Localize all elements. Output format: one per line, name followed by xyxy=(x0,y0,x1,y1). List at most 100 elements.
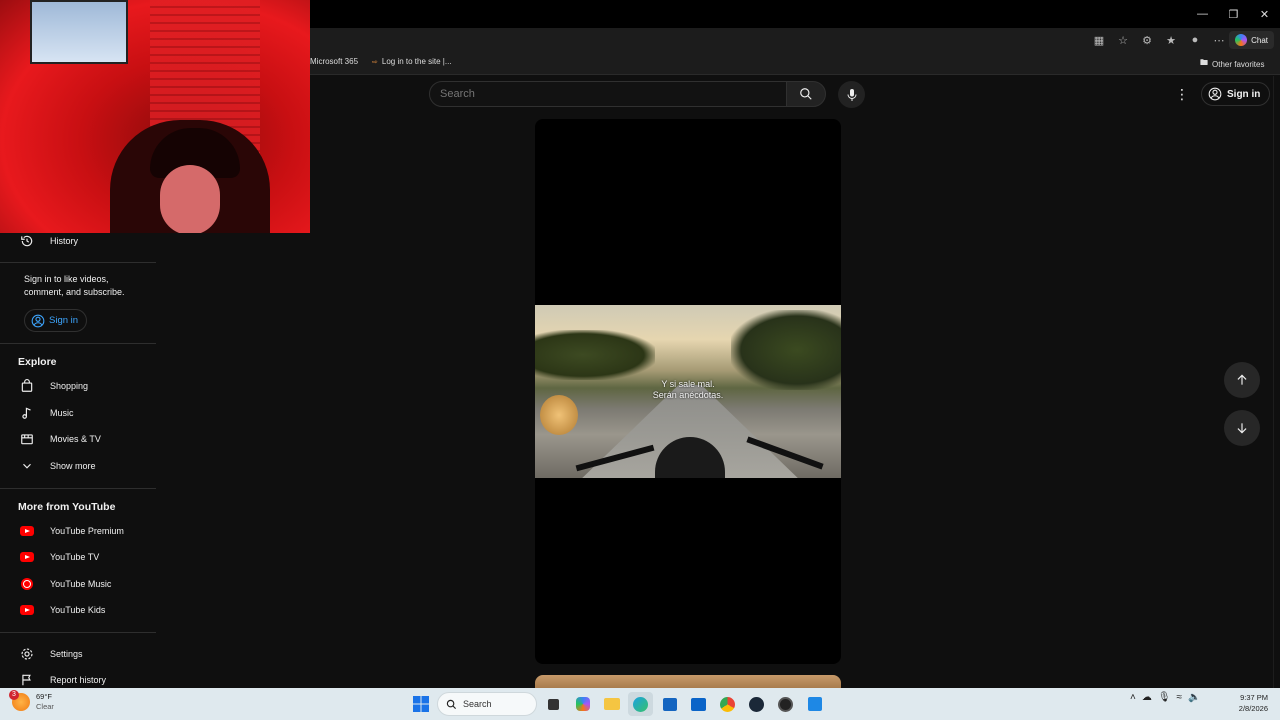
extensions-icon[interactable]: ⚙ xyxy=(1138,31,1156,49)
film-icon xyxy=(0,432,50,446)
video-mirror xyxy=(540,395,578,435)
settings-menu-button[interactable]: ⋮ xyxy=(1172,84,1192,104)
chrome-icon[interactable] xyxy=(715,692,740,716)
shorts-video-player[interactable]: Y si sale mal. Serán anécdotas. xyxy=(535,119,841,664)
next-short-preview[interactable] xyxy=(535,675,841,688)
microphone-icon[interactable]: 🎙 xyxy=(1158,692,1171,703)
sidebar-item-youtube-music[interactable]: YouTube Music xyxy=(0,571,156,597)
explore-heading: Explore xyxy=(18,356,57,368)
voice-search-button[interactable] xyxy=(838,81,865,108)
outlook-icon[interactable] xyxy=(686,692,711,716)
sidebar-item-music[interactable]: Music xyxy=(0,400,156,426)
video-frame: Y si sale mal. Serán anécdotas. xyxy=(535,305,841,478)
next-video-button[interactable] xyxy=(1224,410,1260,446)
weather-badge: 3 xyxy=(9,690,19,700)
taskbar-search[interactable]: Search xyxy=(437,692,537,716)
folder-icon: 🖿 xyxy=(1200,58,1208,67)
sidebar-divider xyxy=(0,262,156,263)
windows-logo-icon xyxy=(412,696,429,712)
edge-browser-icon[interactable] xyxy=(628,692,653,716)
vertical-dots-icon: ⋮ xyxy=(1175,85,1189,102)
chevron-up-icon[interactable]: ˄ xyxy=(1130,692,1136,703)
weather-condition: Clear xyxy=(36,702,54,711)
gear-icon xyxy=(0,647,50,661)
sidebar-divider xyxy=(0,488,156,489)
favorite-login-site[interactable]: ⇨ Log in to the site |... xyxy=(372,57,452,66)
copilot-icon xyxy=(1235,34,1248,46)
caption-line-2: Serán anécdotas. xyxy=(652,390,724,400)
cloud-icon[interactable]: ☁ xyxy=(1142,692,1152,703)
video-trees-right xyxy=(731,310,841,390)
more-options-icon[interactable]: ⋯ xyxy=(1210,31,1228,49)
sidebar-item-youtube-premium[interactable]: YouTube Premium xyxy=(0,518,156,544)
shopping-bag-icon xyxy=(0,379,50,393)
wifi-icon[interactable]: ≈ xyxy=(1177,692,1183,703)
obs-icon[interactable] xyxy=(773,692,798,716)
history-icon xyxy=(0,234,50,248)
sidebar-show-more[interactable]: Show more xyxy=(0,453,156,479)
search-icon xyxy=(800,88,812,100)
search-button[interactable] xyxy=(786,81,826,107)
search-box[interactable] xyxy=(429,81,787,107)
start-button[interactable] xyxy=(408,692,433,716)
youtube-music-icon xyxy=(21,578,33,590)
sidebar-item-shopping[interactable]: Shopping xyxy=(0,373,156,399)
close-window-button[interactable]: ✕ xyxy=(1249,0,1280,28)
chat-label: Chat xyxy=(1251,35,1268,45)
copilot-chat-button[interactable]: Chat xyxy=(1229,31,1274,49)
arrow-up-icon xyxy=(1237,374,1247,385)
copilot-icon[interactable] xyxy=(570,692,595,716)
sidebar: History Sign in to like videos, comment,… xyxy=(0,233,156,688)
account-icon xyxy=(1208,87,1222,101)
search-input[interactable] xyxy=(440,88,786,100)
address-bar-icons: ▦ ☆ ⚙ ★ ● ⋯ xyxy=(1090,31,1228,49)
volume-icon[interactable]: 🔈 xyxy=(1188,692,1200,703)
favorites-icon[interactable]: ★ xyxy=(1162,31,1180,49)
sidebar-item-settings[interactable]: Settings xyxy=(0,641,156,667)
header-sign-in-button[interactable]: Sign in xyxy=(1201,82,1271,106)
video-trees-left xyxy=(535,330,655,380)
sidebar-item-youtube-kids[interactable]: YouTube Kids xyxy=(0,597,156,623)
weather-widget[interactable]: 3 69°F Clear xyxy=(9,690,54,712)
flag-icon xyxy=(0,673,50,687)
sidebar-sign-in-button[interactable]: Sign in xyxy=(24,309,88,332)
profile-avatar-icon[interactable]: ● xyxy=(1186,31,1204,49)
file-explorer-icon[interactable] xyxy=(599,692,624,716)
chevron-down-icon xyxy=(0,459,50,473)
other-favorites[interactable]: 🖿 Other favorites xyxy=(1200,57,1264,71)
favorite-star-icon[interactable]: ☆ xyxy=(1114,31,1132,49)
steam-icon[interactable] xyxy=(744,692,769,716)
restore-button[interactable]: ❐ xyxy=(1218,0,1249,28)
taskbar-apps: Search xyxy=(408,692,827,716)
sidebar-divider xyxy=(0,632,156,633)
app-icon[interactable] xyxy=(802,692,827,716)
youtube-kids-icon xyxy=(20,605,34,615)
system-tray: ˄ ☁ 🎙 ≈ 🔈 xyxy=(1130,692,1201,703)
youtube-tv-icon xyxy=(20,552,34,562)
youtube-premium-icon xyxy=(20,526,34,536)
microsoft-store-icon[interactable] xyxy=(657,692,682,716)
taskbar-clock[interactable]: 9:37 PM 2/8/2026 xyxy=(1228,692,1268,714)
sign-in-prompt: Sign in to like videos, comment, and sub… xyxy=(24,274,125,297)
webcam-overlay xyxy=(0,0,310,233)
task-view-icon[interactable] xyxy=(541,692,566,716)
caption-line-1: Y si sale mal. xyxy=(661,379,715,389)
search-icon xyxy=(446,699,457,709)
webcam-face xyxy=(160,165,220,233)
clock-date: 2/8/2026 xyxy=(1238,704,1268,713)
favicon-icon: ⇨ xyxy=(372,58,378,66)
apps-icon[interactable]: ▦ xyxy=(1090,31,1108,49)
more-from-youtube-heading: More from YouTube xyxy=(18,501,116,513)
minimize-button[interactable]: — xyxy=(1187,0,1218,28)
page-scrollbar[interactable] xyxy=(1273,76,1280,688)
favorite-microsoft-365[interactable]: Microsoft 365 xyxy=(310,57,358,66)
previous-video-button[interactable] xyxy=(1224,362,1260,398)
music-note-icon xyxy=(0,406,50,420)
webcam-tv xyxy=(30,0,128,64)
clock-time: 9:37 PM xyxy=(1240,693,1268,702)
arrow-down-icon xyxy=(1237,423,1247,434)
weather-temperature: 69°F xyxy=(36,692,52,701)
sidebar-item-youtube-tv[interactable]: YouTube TV xyxy=(0,544,156,570)
window-controls: — ❐ ✕ xyxy=(1187,0,1280,28)
sidebar-item-movies-tv[interactable]: Movies & TV xyxy=(0,426,156,452)
